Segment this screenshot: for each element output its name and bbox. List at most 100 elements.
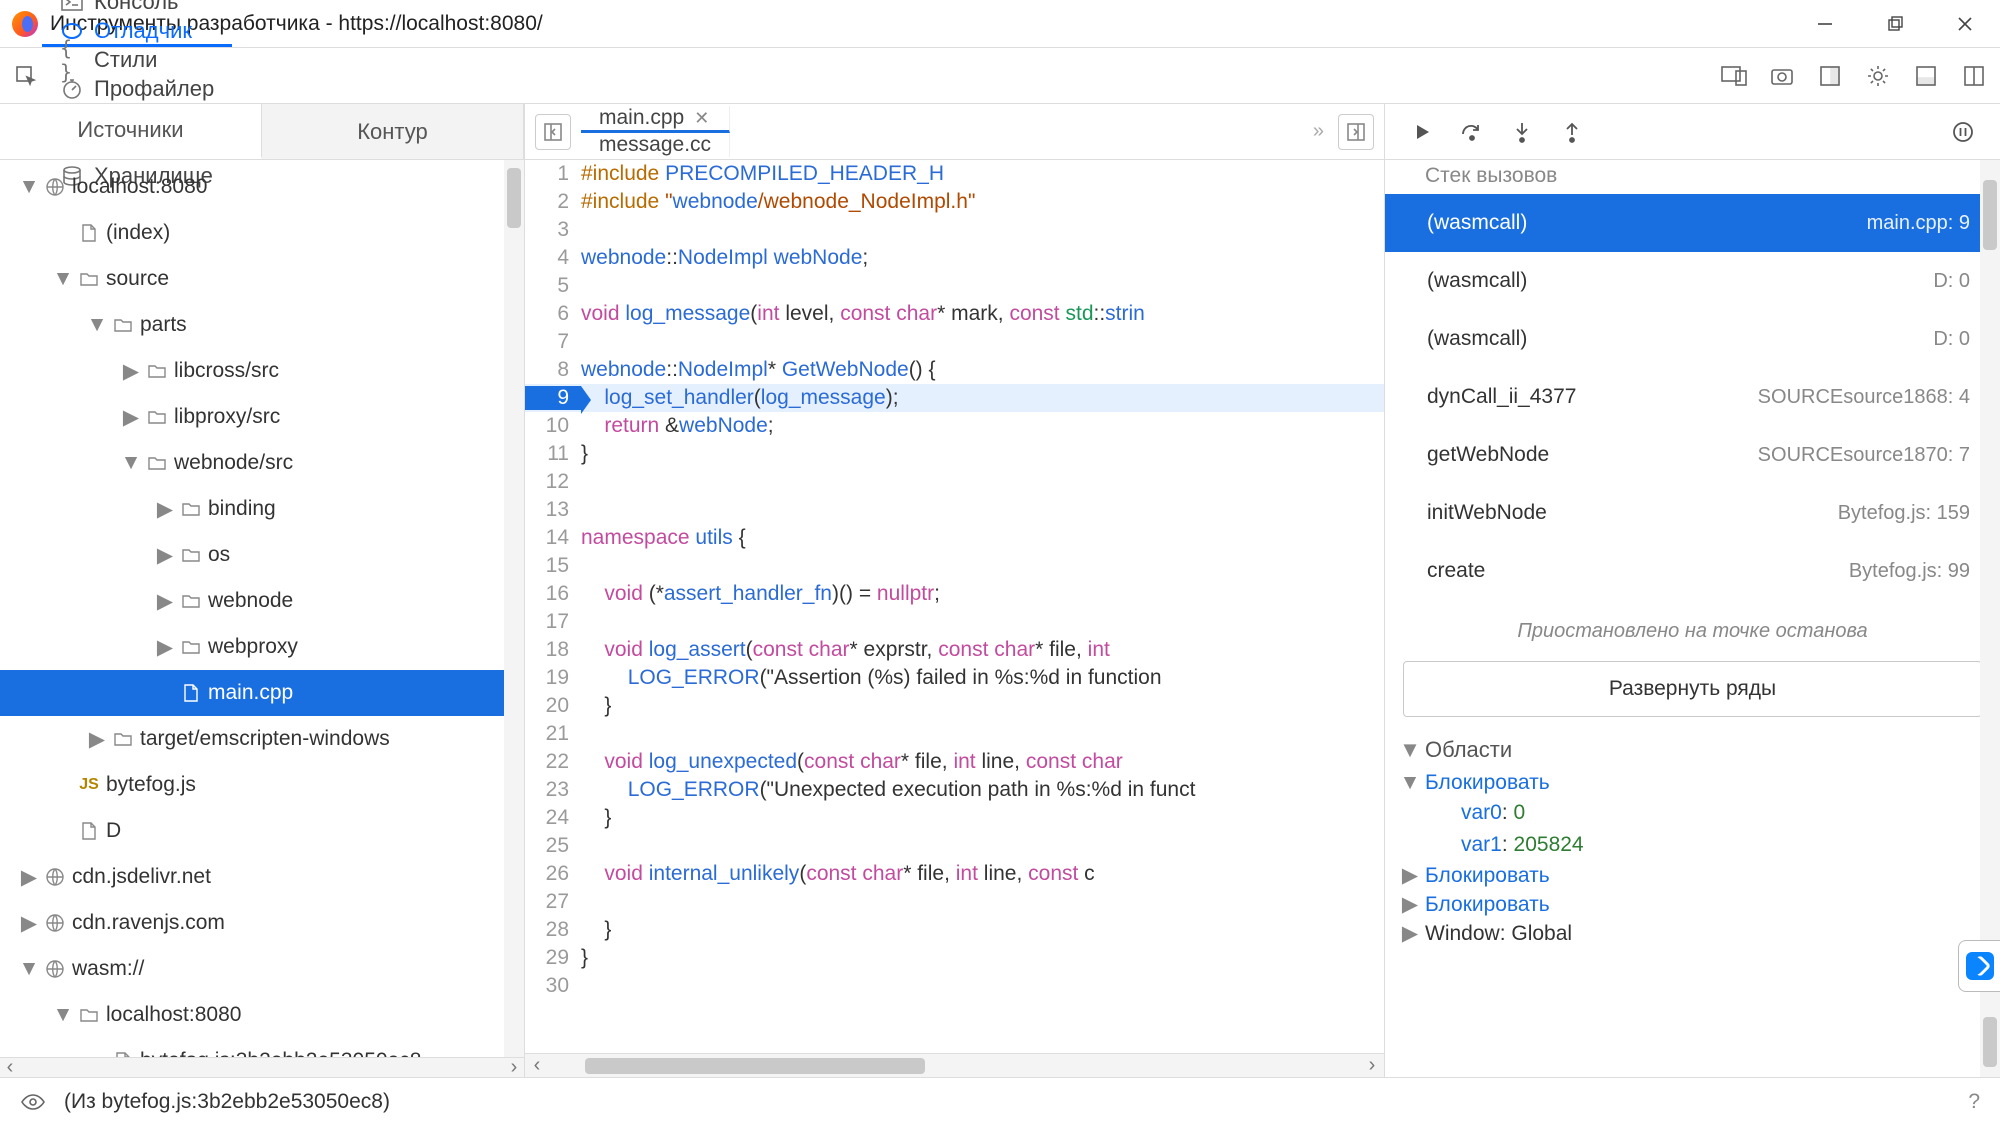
tree-item[interactable]: ▶target/emscripten-windows [0, 716, 524, 762]
scope-item[interactable]: ▼Блокировать [1385, 769, 2000, 797]
code-line[interactable]: 2#include "webnode/webnode_NodeImpl.h" [525, 188, 1384, 216]
maximize-button[interactable] [1860, 0, 1930, 48]
line-number[interactable]: 16 [525, 582, 581, 606]
scopes-title[interactable]: ▼Области [1385, 731, 2000, 769]
line-number[interactable]: 19 [525, 666, 581, 690]
line-number[interactable]: 9 [525, 386, 581, 410]
tree-item[interactable]: ▶webnode [0, 578, 524, 624]
tree-item[interactable]: ▼localhost:8080 [0, 992, 524, 1038]
line-number[interactable]: 28 [525, 918, 581, 942]
code-line[interactable]: 3 [525, 216, 1384, 244]
stack-frame[interactable]: initWebNodeBytefog.js: 159 [1385, 484, 2000, 542]
code-line[interactable]: 4webnode::NodeImpl webNode; [525, 244, 1384, 272]
help-icon[interactable]: ? [1968, 1090, 1980, 1114]
tree-item[interactable]: ▶cdn.jsdelivr.net [0, 854, 524, 900]
line-number[interactable]: 25 [525, 834, 581, 858]
sidebar-hscroll[interactable]: ‹› [0, 1057, 524, 1077]
tab-sources[interactable]: Источники [0, 104, 262, 159]
code-line[interactable]: 29} [525, 944, 1384, 972]
tree-item[interactable]: ▶binding [0, 486, 524, 532]
line-number[interactable]: 27 [525, 890, 581, 914]
source-tree[interactable]: ▼localhost:8080(index)▼source▼parts▶libc… [0, 160, 524, 1057]
tree-scrollbar[interactable] [504, 160, 524, 1057]
code-line[interactable]: 23 LOG_ERROR("Unexpected execution path … [525, 776, 1384, 804]
code-line[interactable]: 1#include PRECOMPILED_HEADER_H [525, 160, 1384, 188]
step-in-button[interactable] [1507, 117, 1537, 147]
line-number[interactable]: 2 [525, 190, 581, 214]
line-number[interactable]: 3 [525, 218, 581, 242]
line-number[interactable]: 12 [525, 470, 581, 494]
settings-gear-icon[interactable] [1862, 60, 1894, 92]
minimize-button[interactable] [1790, 0, 1860, 48]
line-number[interactable]: 26 [525, 862, 581, 886]
scope-item[interactable]: ▶Window: Global [1385, 919, 2000, 948]
line-number[interactable]: 20 [525, 694, 581, 718]
code-line[interactable]: 5 [525, 272, 1384, 300]
editor-hscroll[interactable]: ‹› [525, 1053, 1384, 1077]
tab-styles[interactable]: { }Стили [42, 47, 232, 76]
code-line[interactable]: 17 [525, 608, 1384, 636]
line-number[interactable]: 23 [525, 778, 581, 802]
stack-frame[interactable]: createBytefog.js: 99 [1385, 542, 2000, 600]
tree-item[interactable]: ▶libcross/src [0, 348, 524, 394]
line-number[interactable]: 22 [525, 750, 581, 774]
code-line[interactable]: 21 [525, 720, 1384, 748]
code-line[interactable]: 13 [525, 496, 1384, 524]
tree-item[interactable]: ▼wasm:// [0, 946, 524, 992]
toggle-sidebar-icon[interactable] [535, 114, 571, 150]
editor-tab[interactable]: message.cc [581, 133, 730, 157]
code-line[interactable]: 18 void log_assert(const char* exprstr, … [525, 636, 1384, 664]
tree-item[interactable]: ▶libproxy/src [0, 394, 524, 440]
line-number[interactable]: 1 [525, 162, 581, 186]
stack-frame[interactable]: getWebNodeSOURCEsource1870: 7 [1385, 426, 2000, 484]
teamviewer-tab[interactable] [1958, 940, 2000, 992]
code-line[interactable]: 7 [525, 328, 1384, 356]
code-line[interactable]: 20 } [525, 692, 1384, 720]
tree-item[interactable]: ▼webnode/src [0, 440, 524, 486]
tab-console[interactable]: Консоль [42, 0, 232, 18]
close-tab-icon[interactable]: ✕ [694, 108, 709, 129]
code-line[interactable]: 28 } [525, 916, 1384, 944]
line-number[interactable]: 30 [525, 974, 581, 998]
code-line[interactable]: 12 [525, 468, 1384, 496]
scope-item[interactable]: ▶Блокировать [1385, 861, 2000, 890]
code-line[interactable]: 6void log_message(int level, const char*… [525, 300, 1384, 328]
tree-item[interactable]: ▼localhost:8080 [0, 164, 524, 210]
resume-button[interactable] [1407, 117, 1437, 147]
line-number[interactable]: 24 [525, 806, 581, 830]
line-number[interactable]: 10 [525, 414, 581, 438]
tree-item[interactable]: (index) [0, 210, 524, 256]
code-line[interactable]: 10 return &webNode; [525, 412, 1384, 440]
responsive-mode-icon[interactable] [1718, 60, 1750, 92]
close-button[interactable] [1930, 0, 2000, 48]
tree-item[interactable]: ▶webproxy [0, 624, 524, 670]
line-number[interactable]: 21 [525, 722, 581, 746]
tree-item[interactable]: bytefog.js:3b2ebb2e53050ec8 [0, 1038, 524, 1057]
stack-frame[interactable]: (wasmcall)main.cpp: 9 [1385, 194, 2000, 252]
code-line[interactable]: 22 void log_unexpected(const char* file,… [525, 748, 1384, 776]
line-number[interactable]: 7 [525, 330, 581, 354]
stack-frame[interactable]: dynCall_ii_4377SOURCEsource1868: 4 [1385, 368, 2000, 426]
expand-rows-button[interactable]: Развернуть ряды [1403, 661, 1982, 717]
step-out-button[interactable] [1557, 117, 1587, 147]
toggle-rightpane-icon[interactable] [1338, 114, 1374, 150]
code-line[interactable]: 25 [525, 832, 1384, 860]
step-over-button[interactable] [1457, 117, 1487, 147]
dock-bottom-icon[interactable] [1910, 60, 1942, 92]
stack-frame[interactable]: (wasmcall)D: 0 [1385, 310, 2000, 368]
dock-side-icon[interactable] [1814, 60, 1846, 92]
line-number[interactable]: 14 [525, 526, 581, 550]
line-number[interactable]: 6 [525, 302, 581, 326]
line-number[interactable]: 5 [525, 274, 581, 298]
more-tabs-icon[interactable]: » [1299, 120, 1338, 143]
code-line[interactable]: 11} [525, 440, 1384, 468]
scope-item[interactable]: ▶Блокировать [1385, 890, 2000, 919]
tree-item[interactable]: ▼source [0, 256, 524, 302]
line-number[interactable]: 4 [525, 246, 581, 270]
watch-icon[interactable] [20, 1093, 46, 1111]
variable-row[interactable]: var1: 205824 [1385, 829, 2000, 861]
line-number[interactable]: 15 [525, 554, 581, 578]
code-line[interactable]: 24 } [525, 804, 1384, 832]
line-number[interactable]: 18 [525, 638, 581, 662]
variable-row[interactable]: var0: 0 [1385, 797, 2000, 829]
